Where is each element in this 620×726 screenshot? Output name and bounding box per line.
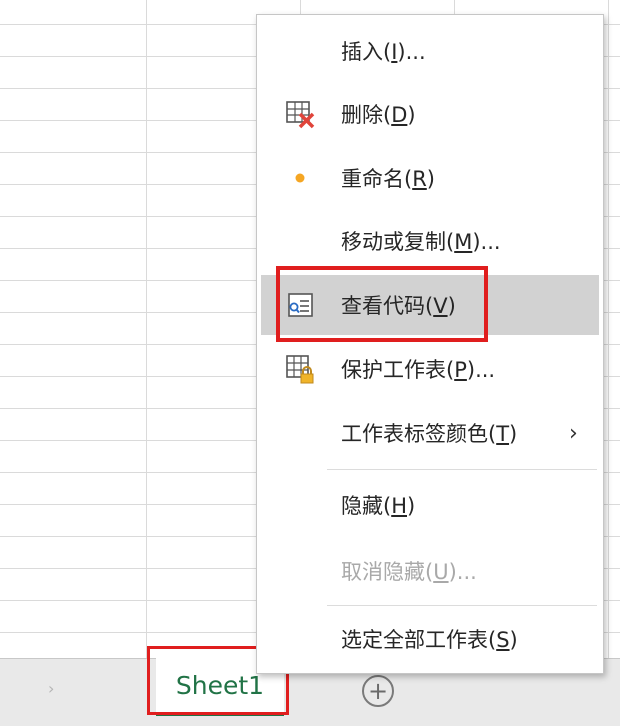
delete-sheet-icon (286, 101, 315, 129)
add-sheet-icon[interactable]: + (362, 675, 394, 707)
menu-separator (327, 605, 597, 606)
menu-item-label: 取消隐藏(U)... (341, 560, 477, 584)
menu-item-unhide: 取消隐藏(U)... (261, 541, 599, 601)
menu-item-label: 保护工作表(P)... (341, 358, 496, 382)
menu-item-label: 重命名(R) (341, 167, 435, 191)
menu-item-delete[interactable]: 删除(D) (261, 84, 599, 144)
sheet-context-menu: 插入(I)... 删除(D) 重命名(R) 移动或复制(M)... 查看代码(V… (256, 14, 604, 674)
plus-icon: + (367, 677, 389, 705)
column-divider (608, 0, 609, 658)
sheet-tab-label: Sheet1 (175, 671, 265, 700)
scroll-tabs-right-icon[interactable]: › (48, 679, 54, 698)
menu-item-hide[interactable]: 隐藏(H) (261, 475, 599, 535)
menu-separator (327, 469, 597, 470)
menu-item-label: 选定全部工作表(S) (341, 628, 518, 652)
menu-item-label: 移动或复制(M)... (341, 230, 501, 254)
menu-item-label: 工作表标签颜色(T) (341, 422, 518, 446)
menu-item-protect-sheet[interactable]: 保护工作表(P)... (261, 339, 599, 399)
chevron-right-icon: › (569, 420, 578, 446)
menu-item-label: 插入(I)... (341, 40, 426, 64)
menu-item-label: 查看代码(V) (341, 294, 456, 318)
menu-item-rename[interactable]: 重命名(R) (261, 148, 599, 208)
protect-sheet-icon (286, 355, 314, 384)
menu-item-tab-color[interactable]: 工作表标签颜色(T) › (261, 403, 599, 463)
menu-item-select-all-sheets[interactable]: 选定全部工作表(S) (261, 609, 599, 669)
menu-item-label: 隐藏(H) (341, 494, 416, 518)
dot-icon (295, 173, 305, 183)
menu-item-insert[interactable]: 插入(I)... (261, 21, 599, 81)
column-divider (146, 0, 147, 658)
view-code-icon (288, 293, 313, 317)
menu-item-label: 删除(D) (341, 103, 416, 127)
menu-item-view-code[interactable]: 查看代码(V) (261, 275, 599, 335)
menu-item-move-or-copy[interactable]: 移动或复制(M)... (261, 211, 599, 271)
